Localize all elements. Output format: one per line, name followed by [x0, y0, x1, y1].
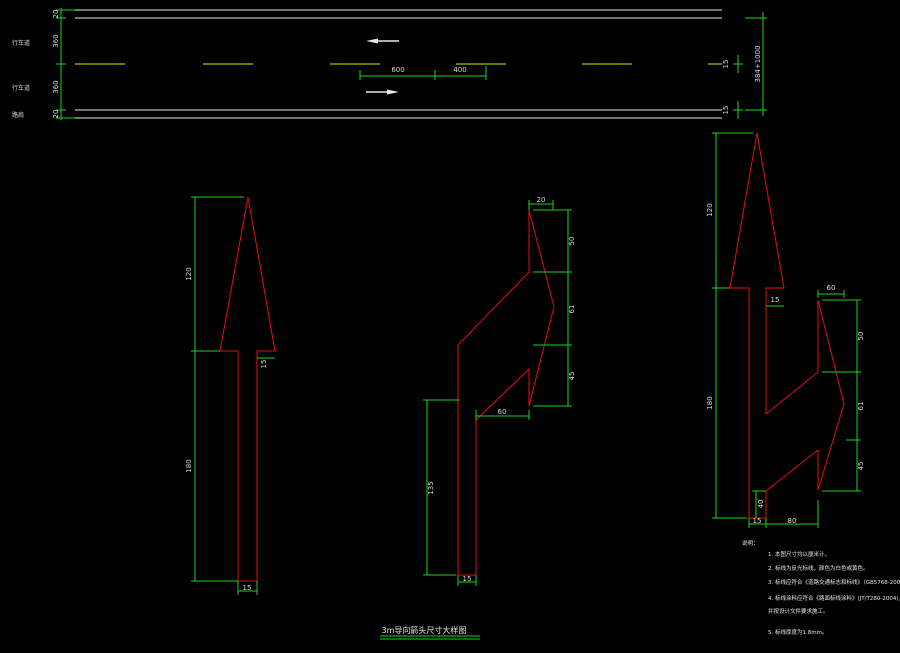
cad-drawing-canvas: 20 360 360 20 行车道 行车道 路肩 600 400 15 15 3… [12, 8, 900, 640]
road-total-width-dim: 384+1000 [754, 45, 762, 82]
road-direction-arrow-right [366, 89, 399, 95]
straight-arrow-outline [219, 196, 276, 582]
road-label-lane2: 行车道 [12, 84, 30, 92]
straight-arrow: 120 180 15 15 [185, 196, 276, 595]
turn-arrow-width-dim: 15 [463, 575, 472, 583]
turn-arrow-offset-dim: 60 [498, 408, 507, 416]
note-item: 5. 标线厚度为1.8mm。 [768, 628, 827, 636]
turn-arrow-shaft-dim: 135 [427, 481, 435, 494]
turn-arrow-dimension [423, 200, 572, 586]
turn-arrow: 20 50 61 45 60 135 15 [423, 196, 576, 586]
road-right-dim-1: 15 [722, 60, 730, 69]
notes-heading: 说明： [742, 539, 759, 547]
combo-arrow-neck-dim: 40 [757, 500, 765, 509]
combo-arrow-shaft-dim: 180 [706, 396, 714, 409]
road-right-dim-2: 15 [722, 106, 730, 115]
turn-arrow-dim-c: 45 [568, 372, 576, 381]
dash-length-dim: 400 [453, 66, 466, 74]
design-notes: 说明： 1. 本图尺寸均以厘米计。 2. 标线为反光标线，颜色为白色或黄色。 3… [742, 539, 900, 636]
road-direction-arrow-left [366, 38, 399, 44]
note-item: 4. 标线涂料应符合《路面标线涂料》(JT/T280-2004)， [768, 594, 900, 602]
combo-arrow-dim-a: 50 [857, 332, 865, 341]
road-left-dimension [56, 8, 75, 120]
note-item: 3. 标线应符合《道路交通标志和标线》（GB5768-2009）。 [768, 578, 900, 586]
drawing-title: 3m导向箭头尺寸大样图 [382, 625, 467, 635]
dash-dimension [359, 66, 487, 80]
combo-arrow-dim-b: 61 [857, 402, 865, 411]
combo-arrow-spread-dim: 80 [788, 517, 797, 525]
combo-arrow-width-dim: 15 [753, 517, 762, 525]
drawing-title-block: 3m导向箭头尺寸大样图 [380, 625, 480, 640]
turn-arrow-top-dim: 20 [537, 196, 546, 204]
road-left-dim-top: 20 [52, 10, 60, 19]
road-left-dim-bottom: 20 [52, 110, 60, 119]
note-item: 1. 本图尺寸均以厘米计。 [768, 550, 830, 558]
note-item: 2. 标线为反光标线，颜色为白色或黄色。 [768, 564, 869, 572]
combo-arrow-outline [729, 132, 845, 519]
straight-arrow-shaft-dim: 180 [185, 459, 193, 472]
combo-arrow-dimension [712, 132, 861, 528]
road-plan: 20 360 360 20 行车道 行车道 路肩 600 400 15 15 3… [12, 8, 767, 120]
combo-arrow: 120 180 15 60 50 61 45 40 15 80 [706, 132, 865, 528]
straight-arrow-head-dim: 120 [185, 267, 193, 280]
combo-arrow-branch-top-dim: 60 [827, 284, 836, 292]
combo-arrow-barb-dim: 15 [771, 296, 780, 304]
road-label-lane1: 行车道 [12, 39, 30, 47]
note-item: 并按设计文件要求施工。 [768, 607, 829, 615]
straight-arrow-barb-dim: 15 [260, 360, 268, 369]
turn-arrow-dim-a: 50 [568, 237, 576, 246]
road-left-dim-lane1: 360 [52, 34, 60, 47]
straight-arrow-dimension [191, 196, 275, 595]
road-label-shoulder: 路肩 [12, 111, 24, 119]
straight-arrow-width-dim: 15 [243, 584, 252, 592]
combo-arrow-head-dim: 120 [706, 203, 714, 216]
road-left-dim-lane2: 360 [52, 80, 60, 93]
dash-gap-dim: 600 [391, 66, 404, 74]
combo-arrow-dim-c: 45 [857, 462, 865, 471]
turn-arrow-outline [457, 209, 555, 576]
turn-arrow-dim-b: 61 [568, 305, 576, 314]
